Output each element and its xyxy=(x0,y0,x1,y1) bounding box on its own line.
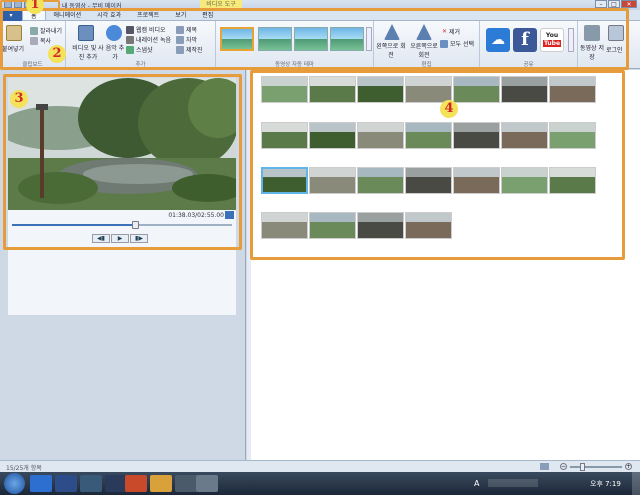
item-count: 15/25개 항목 xyxy=(6,465,42,472)
window-buttons: – □ ✕ xyxy=(595,0,637,8)
app-icon[interactable] xyxy=(150,475,172,492)
zoom-slider[interactable] xyxy=(570,466,622,468)
media-player-icon[interactable] xyxy=(105,475,127,492)
annotation-badge-3: 3 xyxy=(10,90,28,108)
annotation-badge-2: 2 xyxy=(48,45,66,63)
photoshop-icon[interactable] xyxy=(55,475,77,492)
ie-icon[interactable] xyxy=(30,475,52,492)
explorer-icon[interactable] xyxy=(80,475,102,492)
minimize-icon[interactable]: – xyxy=(595,0,607,8)
thumbnail-size-icon[interactable] xyxy=(540,463,549,470)
annotation-box-3 xyxy=(3,74,242,250)
ime-indicator[interactable]: A xyxy=(474,479,479,488)
movie-maker-icon[interactable] xyxy=(196,475,218,492)
app-icon[interactable] xyxy=(175,475,197,492)
chrome-icon[interactable] xyxy=(125,475,147,492)
annotation-badge-4: 4 xyxy=(440,100,458,118)
show-desktop-button[interactable] xyxy=(632,472,640,495)
taskbar: A 오후 7:19 xyxy=(0,472,640,495)
start-button-icon[interactable] xyxy=(4,473,25,494)
annotation-box-4 xyxy=(250,70,625,260)
zoom-in-icon[interactable]: + xyxy=(625,463,632,470)
close-icon[interactable]: ✕ xyxy=(621,0,637,8)
zoom-out-icon[interactable]: − xyxy=(560,463,567,470)
maximize-icon[interactable]: □ xyxy=(608,0,620,8)
clock[interactable]: 오후 7:19 xyxy=(590,479,621,489)
tray-icons[interactable] xyxy=(488,479,538,487)
annotation-box-2 xyxy=(0,8,629,70)
status-bar: 15/25개 항목 − + xyxy=(0,460,640,472)
zoom-handle[interactable] xyxy=(580,463,585,471)
